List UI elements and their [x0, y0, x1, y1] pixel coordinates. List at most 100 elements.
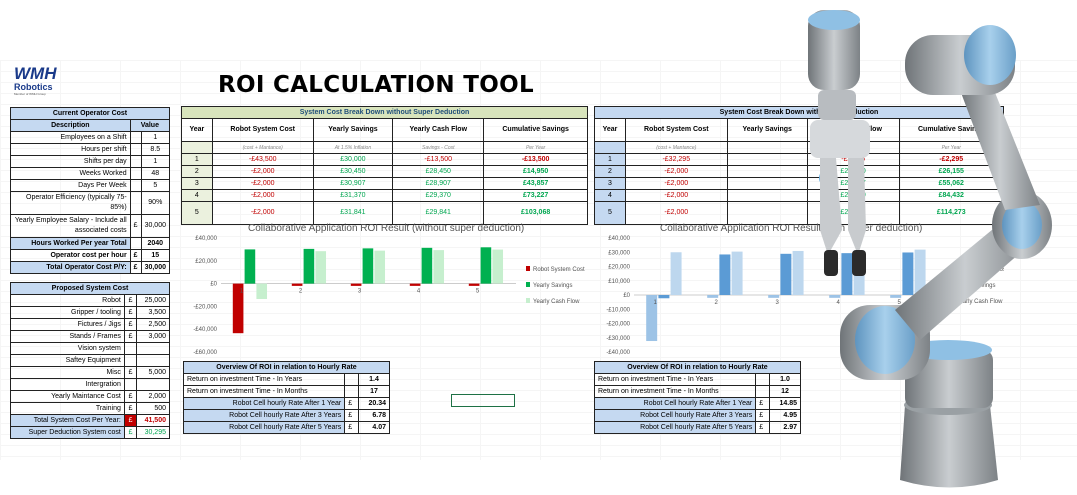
value-cell[interactable]: 2,000	[136, 390, 170, 403]
y-tick-label: £40,000	[608, 236, 630, 242]
table-row: Hours Worked Per year Total 2040	[10, 237, 171, 250]
operator-header: Current Operator Cost	[10, 107, 170, 120]
bar-yearly-savings	[480, 247, 492, 284]
breakdown1-header: System Cost Break Down without Super Ded…	[181, 106, 588, 119]
value-cell[interactable]: 2040	[140, 237, 171, 250]
bar-robot-system-cost	[350, 283, 362, 286]
value-cell[interactable]	[136, 354, 170, 367]
value-cell[interactable]: 30,000	[140, 214, 171, 238]
row-label: Robot	[10, 294, 125, 307]
value-cell[interactable]: 90%	[140, 191, 171, 215]
value-cell[interactable]: 1	[140, 155, 171, 168]
column-subheader	[594, 141, 626, 154]
table-cell: 4	[594, 189, 626, 202]
table-row: Training £500	[10, 402, 170, 415]
row-label: Shifts per day	[10, 155, 131, 168]
table-cell: £28,450	[392, 165, 485, 178]
currency-cell: £	[123, 294, 138, 307]
value-cell[interactable]: 15	[140, 249, 171, 262]
value-cell[interactable]: 5	[140, 179, 171, 192]
table-row: Robot Cell hourly Rate After 5 Years £2.9…	[593, 421, 802, 434]
row-label: Misc	[10, 366, 125, 379]
selected-cell[interactable]	[451, 394, 515, 407]
bar-yearly-savings	[303, 248, 315, 284]
overview2-header: Overview Of ROI in relation to Hourly Ra…	[594, 361, 801, 374]
legend-label: Yearly Cash Flow	[533, 299, 580, 305]
row-label: Weeks Worked	[10, 167, 131, 180]
value-cell[interactable]: 30,000	[140, 261, 171, 274]
row-label: Robot Cell hourly Rate After 1 Year	[182, 397, 346, 410]
value-cell[interactable]: 3,000	[136, 330, 170, 343]
table-cell: -£2,000	[211, 177, 314, 190]
value-cell[interactable]: 48	[140, 167, 171, 180]
value-cell[interactable]: 30,295	[136, 426, 170, 439]
table-cell: -£2,000	[624, 201, 728, 225]
column-header: Robot System Cost	[624, 118, 728, 142]
row-label: Robot Cell hourly Rate After 3 Years	[593, 409, 757, 422]
column-header: Yearly Savings	[312, 118, 394, 142]
value-cell[interactable]: 5,000	[136, 366, 170, 379]
column-header: Cumulative Savings	[483, 118, 588, 142]
value-cell[interactable]: 25,000	[136, 294, 170, 307]
value-cell[interactable]: 3,500	[136, 306, 170, 319]
bar-robot-system-cost	[468, 283, 480, 286]
currency-cell	[123, 354, 138, 367]
table-cell: £14,950	[483, 165, 588, 178]
bar-yearly-cash-flow	[374, 250, 386, 284]
row-label: Return on investment Time - In Months	[593, 385, 757, 398]
bar-robot-system-cost	[409, 283, 421, 286]
row-label: Days Per Week	[10, 179, 131, 192]
currency-cell: £	[123, 330, 138, 343]
table-cell: -£43,500	[211, 153, 314, 166]
y-tick-label: £20,000	[608, 265, 630, 271]
value-cell[interactable]: 500	[136, 402, 170, 415]
row-label: Robot Cell hourly Rate After 1 Year	[593, 397, 757, 410]
row-label: Yearly Employee Salary - Include all ass…	[10, 214, 131, 238]
y-tick-label: £30,000	[608, 250, 630, 256]
company-logo: WMH Robotics Member of WMH Group	[14, 65, 66, 102]
column-subheader: (cost + Mantance)	[211, 141, 314, 154]
currency-cell	[129, 237, 142, 250]
table-row: Yearly Maintance Cost £2,000	[10, 390, 170, 403]
table-cell: £30,000	[312, 153, 394, 166]
row-label: Gripper / tooling	[10, 306, 125, 319]
table-cell: £31,841	[312, 201, 394, 225]
table-cell	[726, 189, 808, 202]
currency-cell	[344, 373, 359, 386]
table-cell	[726, 165, 808, 178]
bar-yearly-savings	[719, 254, 731, 295]
row-label: Yearly Maintance Cost	[10, 390, 125, 403]
roi-chart-1: £40,000 £20,000 £0 -£20,000 -£40,000 -£60,000…	[193, 236, 585, 356]
table-row: Stands / Frames £3,000	[10, 330, 170, 343]
value-cell[interactable]: 2,500	[136, 318, 170, 331]
value-cell[interactable]: 1	[140, 131, 171, 144]
x-tick-label: 4	[417, 289, 421, 295]
table-row: Robot Cell hourly Rate After 1 Year £14.8…	[593, 397, 802, 410]
currency-cell	[755, 373, 770, 386]
column-header: Yearly Savings	[726, 118, 808, 142]
value-cell[interactable]: 41,500	[136, 414, 170, 427]
x-tick-label: 3	[358, 289, 362, 295]
value-cell: 4.07	[357, 421, 391, 434]
y-tick-label: -£20,000	[606, 322, 630, 328]
y-tick-label: -£40,000	[606, 350, 630, 356]
row-label: Super Deduction System cost	[10, 426, 125, 439]
table-row: Robot Cell hourly Rate After 1 Year £20.3…	[182, 397, 391, 410]
value-cell[interactable]: 8.5	[140, 143, 171, 156]
column-subheader: Per Year	[483, 141, 588, 154]
table-row: Fictures / Jigs £2,500	[10, 318, 170, 331]
currency-cell: £	[755, 409, 770, 422]
row-label: Stands / Frames	[10, 330, 125, 343]
currency-cell	[123, 378, 138, 391]
overview1-rows: Return on investment Time - In Years 1.4 R…	[182, 373, 391, 434]
breakdown1-rows: Year Robot System Cost Yearly Savings Yearl…	[181, 118, 588, 225]
row-label: Return on investment Time - In Years	[182, 373, 346, 386]
value-cell[interactable]	[136, 342, 170, 355]
value-cell[interactable]	[136, 378, 170, 391]
table-row: Employees on a Shift 1	[10, 131, 171, 144]
table-cell: £30,450	[312, 165, 394, 178]
table-cell	[726, 153, 808, 166]
table-row: 4 -£2,000 £31,370 £29,370 £73,227	[181, 189, 588, 202]
bar-yearly-cash-flow	[433, 250, 445, 284]
currency-cell: £	[123, 390, 138, 403]
